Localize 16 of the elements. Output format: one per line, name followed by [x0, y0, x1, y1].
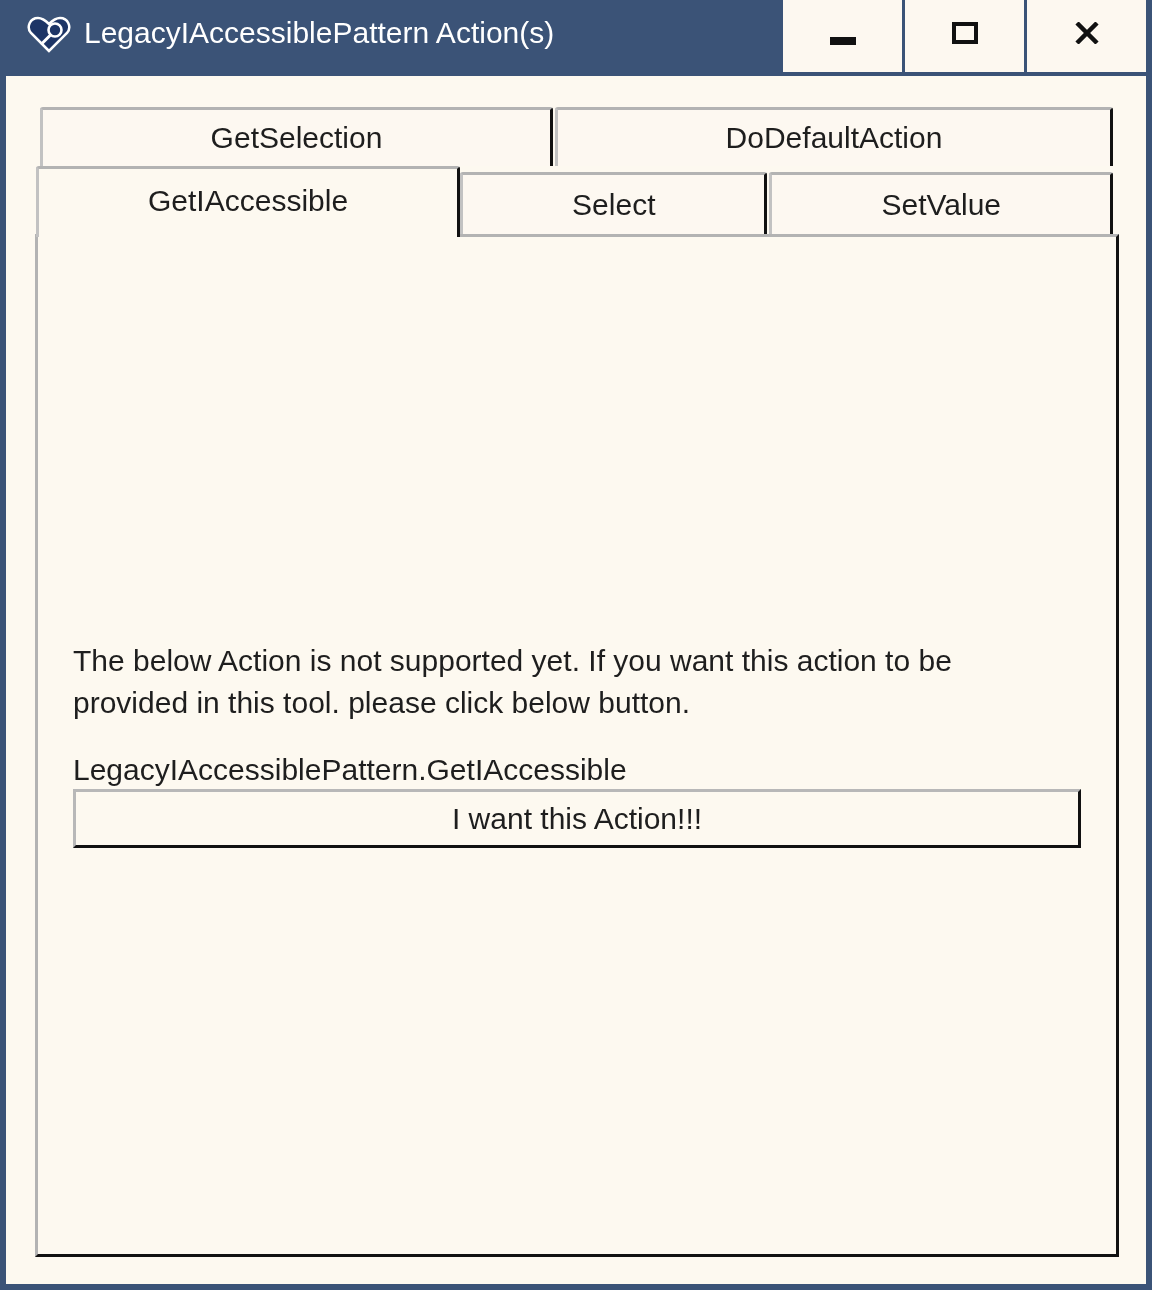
action-name-label: LegacyIAccessiblePattern.GetIAccessible: [73, 752, 627, 788]
action-request-button[interactable]: I want this Action!!!: [73, 789, 1081, 848]
maximize-button[interactable]: [905, 0, 1024, 72]
close-button[interactable]: [1027, 0, 1146, 72]
tab[interactable]: GetSelection: [40, 107, 553, 166]
minimize-button[interactable]: [783, 0, 902, 72]
close-icon: [1074, 22, 1099, 44]
maximize-icon: [951, 22, 978, 44]
window-title: LegacyIAccessiblePattern Action(s): [84, 16, 555, 50]
tab[interactable]: DoDefaultAction: [555, 107, 1113, 166]
tab[interactable]: GetIAccessible: [36, 166, 461, 237]
tab[interactable]: Select: [460, 172, 768, 234]
minimize-icon: [829, 37, 856, 45]
heart-magnifier-icon: [27, 15, 71, 53]
message-text: The below Action is not supported yet. If you want this action to be provided in this tool. please click below button.: [73, 643, 953, 721]
tab[interactable]: SetValue: [769, 172, 1113, 234]
